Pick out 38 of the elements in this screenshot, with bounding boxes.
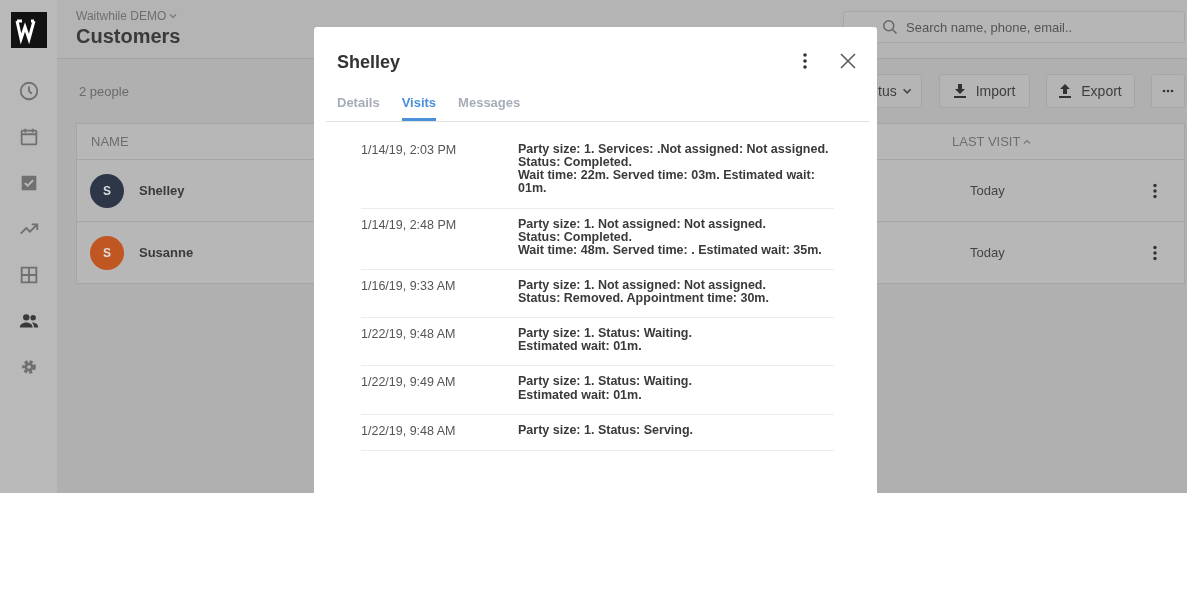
visit-details: Party size: 1. Not assigned: Not assigned. Status: Removed. Appointment time: 30m. [518,278,770,306]
avatar: S [90,235,124,270]
visit-details: Party size: 1. Status: Waiting. Estimated wait: 01m. [518,327,693,354]
sort-up-icon[interactable] [1023,137,1032,146]
import-button[interactable]: Import [939,74,1030,108]
tab[interactable]: Details [337,95,380,121]
caret-icon[interactable] [169,12,178,20]
people-count: 2 people [79,83,130,99]
column-header[interactable]: LAST VISIT [952,134,1021,149]
visit-time: 1/14/19, 2:03 PM [361,143,458,159]
download-icon [953,84,966,98]
search-icon [883,20,897,34]
visit-details: Party size: 1. Status: Serving. [518,423,695,438]
visit-time: 1/22/19, 9:48 AM [361,423,457,438]
search-field[interactable]: Search name, phone, email.. [843,11,1185,43]
visit-time: 1/16/19, 9:33 AM [361,278,457,295]
workspace-name[interactable]: Waitwhile DEMO [76,9,167,23]
tab[interactable]: Visits [401,95,437,121]
avatar: S [90,173,124,208]
export-button[interactable]: Export [1046,74,1135,108]
logo-icon [10,12,47,48]
dialog-title: Shelley [337,51,402,73]
visit-details: Party size: 1. Status: Waiting. Estimated wait: 01m. [518,375,693,402]
visit-details: Party size: 1. Not assigned: Not assigned. Status: Completed. Wait time: 48m. Served time: . Estimated wait: 35m. [518,217,823,257]
visit-time: 1/22/19, 9:48 AM [361,327,457,344]
last-visit-cell-text: Today [970,245,1006,260]
tab[interactable]: Messages [458,95,521,121]
visit-time: 1/22/19, 9:49 AM [361,375,457,392]
caret-icon [902,88,911,94]
close-icon[interactable] [840,53,856,69]
last-visit-cell-text: Today [970,183,1006,198]
page-title: Customers [76,25,181,48]
upload-icon [1059,84,1072,98]
status-dropdown[interactable]: tus [878,74,922,108]
visit-details: Party size: 1. Services: .Not assigned: Not assigned. Status: Completed. Wait time: 22m. Served time: 03m. Estimated wait: 01m. [518,143,830,196]
visit-time: 1/14/19, 2:48 PM [361,217,458,234]
ellipsis-icon [1162,89,1174,93]
clock-icon[interactable] [17,80,40,102]
